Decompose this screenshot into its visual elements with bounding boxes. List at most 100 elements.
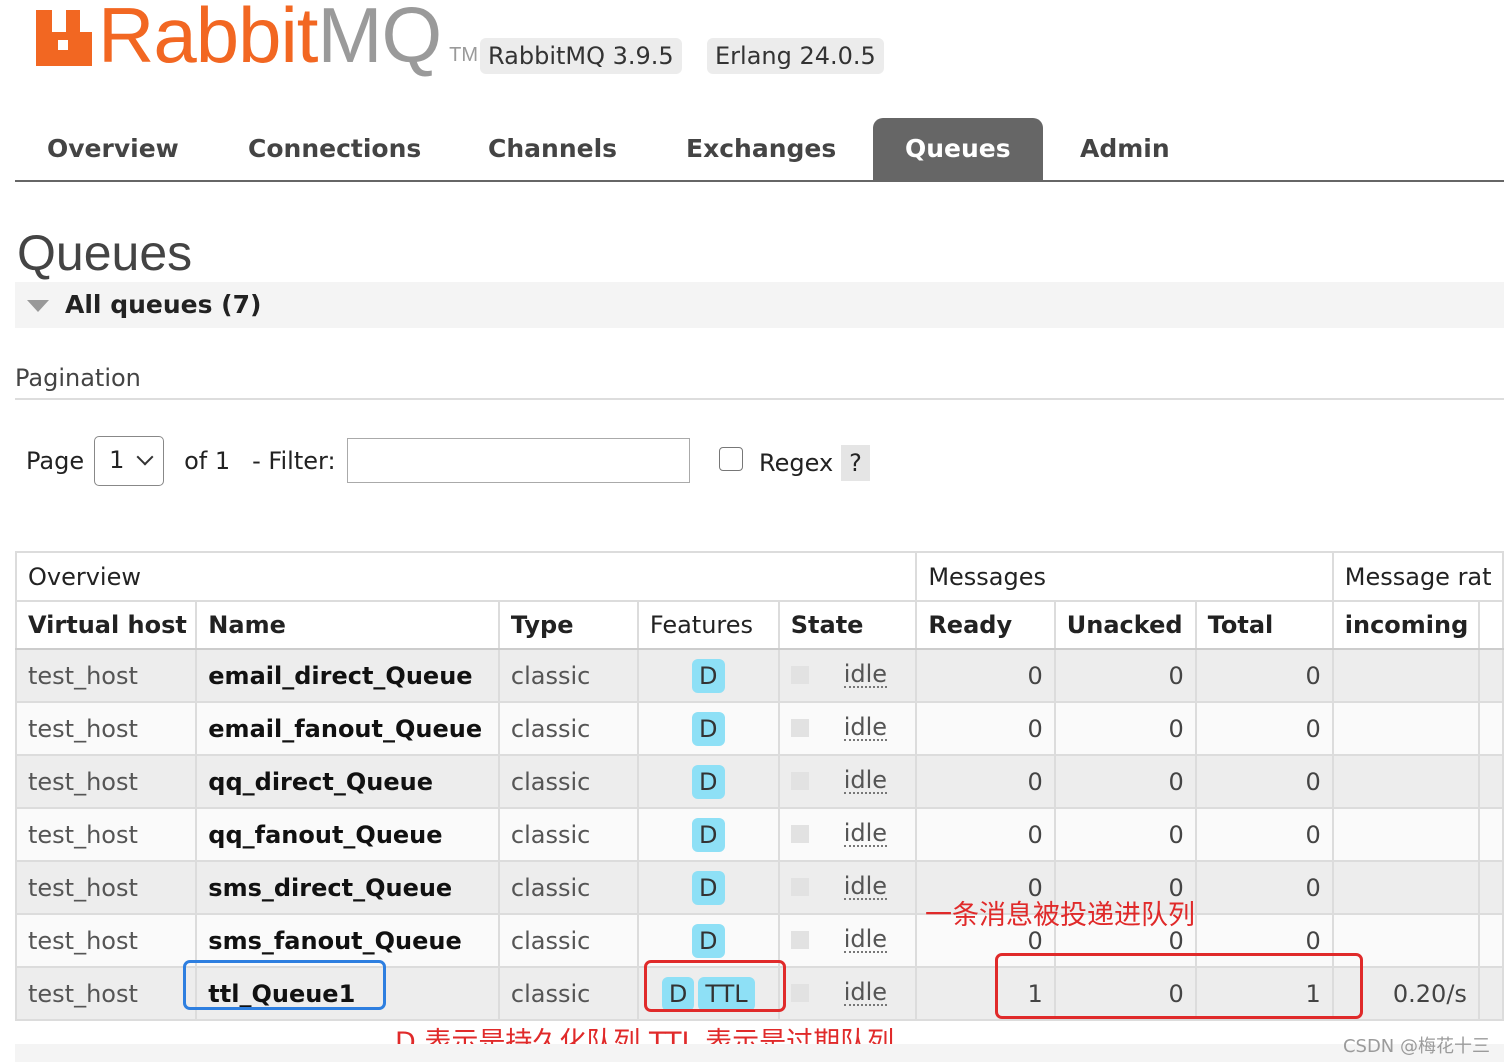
rabbitmq-logo[interactable]: RabbitMQ TM [36,0,479,79]
table-row: test_host email_fanout_Queue classic Didle 0… [14,701,1504,756]
col-virtual-host[interactable]: Virtual host [14,600,198,650]
group-messages: Messages [915,551,1334,602]
total-count: 0 [1194,754,1334,809]
col-incoming[interactable]: incoming [1331,600,1480,650]
queues-table: Overview Messages Message rat Virtual ho… [14,551,1504,1021]
collapse-triangle-icon [27,300,49,312]
state-label: idle [843,925,888,953]
col-ready[interactable]: Ready [915,600,1056,650]
table-row: test_host email_direct_Queue classic Didle 0… [14,648,1504,703]
state-label: idle [843,660,888,688]
state-cell: idle [777,966,918,1021]
main-nav: Overview Connections Channels Exchanges … [15,118,1504,182]
regex-help-button[interactable]: ? [841,445,870,481]
trademark-mark: TM [449,44,479,66]
group-overview: Overview [14,551,918,602]
queue-name-link[interactable]: email_direct_Queue [195,648,500,703]
total-count: 0 [1194,807,1334,862]
filter-label: - Filter: [252,447,336,475]
of-label: of 1 [184,447,231,475]
regex-label: Regex [759,449,834,477]
tab-overview[interactable]: Overview [15,118,211,180]
pagination-title: Pagination [15,364,1504,400]
tab-connections[interactable]: Connections [216,118,453,180]
filter-input[interactable] [347,438,690,483]
tab-queues[interactable]: Queues [873,118,1043,180]
tab-admin[interactable]: Admin [1048,118,1202,180]
unacked-count: 0 [1053,754,1197,809]
overflow-cell [1477,807,1504,862]
feature-tag: D [692,923,725,958]
queue-name-link[interactable]: qq_fanout_Queue [195,807,500,862]
state-indicator-icon [790,984,809,1002]
incoming-rate [1331,648,1480,703]
state-cell: idle [777,701,918,756]
col-type[interactable]: Type [497,600,639,650]
queue-name-link[interactable]: email_fanout_Queue [195,701,500,756]
vhost-cell: test_host [14,913,198,968]
all-queues-toggle[interactable]: All queues (7) [15,282,1504,328]
page-select[interactable]: 1 [94,436,165,486]
feature-tag: D [692,711,725,746]
features-cell: D [636,648,780,703]
features-cell: D [636,807,780,862]
annotation-blue-box [183,960,386,1010]
feature-tag: D [692,658,725,693]
col-name[interactable]: Name [195,600,500,650]
col-total[interactable]: Total [1194,600,1334,650]
state-cell: idle [777,913,918,968]
queue-name-link[interactable]: qq_direct_Queue [195,754,500,809]
pager: Page 1 of 1 - Filter: [26,436,336,486]
overflow-cell [1477,913,1504,968]
add-queue-section[interactable] [15,1044,1504,1062]
col-unacked[interactable]: Unacked [1053,600,1197,650]
overflow-cell [1477,754,1504,809]
state-indicator-icon [790,719,809,737]
page-select-value: 1 [109,446,125,474]
total-count: 0 [1194,860,1334,915]
type-cell: classic [497,701,639,756]
state-label: idle [843,872,888,900]
table-row: test_host sms_direct_Queue classic Didle 0 0 0 [14,860,1504,915]
vhost-cell: test_host [14,754,198,809]
features-cell: D [636,701,780,756]
state-indicator-icon [790,878,809,896]
unacked-count: 0 [1053,648,1197,703]
erlang-version-badge: Erlang 24.0.5 [707,38,884,74]
incoming-rate [1331,807,1480,862]
rabbit-logo-icon [36,10,92,66]
tab-channels[interactable]: Channels [456,118,649,180]
state-label: idle [843,819,888,847]
state-indicator-icon [790,825,809,843]
state-indicator-icon [790,931,809,949]
type-cell: classic [497,648,639,703]
state-cell: idle [777,860,918,915]
tab-exchanges[interactable]: Exchanges [654,118,868,180]
state-label: idle [843,713,888,741]
type-cell: classic [497,966,639,1021]
group-message-rates: Message rat [1331,551,1504,602]
state-cell: idle [777,807,918,862]
features-cell: D [636,860,780,915]
total-count: 0 [1194,701,1334,756]
col-state[interactable]: State [777,600,918,650]
page-label: Page [26,447,85,475]
ready-count: 0 [915,701,1056,756]
vhost-cell: test_host [14,701,198,756]
type-cell: classic [497,913,639,968]
overflow-cell [1477,701,1504,756]
features-cell: D [636,754,780,809]
regex-checkbox[interactable] [719,447,743,471]
vhost-cell: test_host [14,860,198,915]
type-cell: classic [497,754,639,809]
overflow-cell [1477,648,1504,703]
logo-wordmark: RabbitMQ [98,0,442,79]
feature-tag: D [692,817,725,852]
feature-tag: D [692,764,725,799]
vhost-cell: test_host [14,966,198,1021]
type-cell: classic [497,807,639,862]
vhost-cell: test_host [14,648,198,703]
state-cell: idle [777,754,918,809]
queue-name-link[interactable]: sms_direct_Queue [195,860,500,915]
total-count: 0 [1194,648,1334,703]
